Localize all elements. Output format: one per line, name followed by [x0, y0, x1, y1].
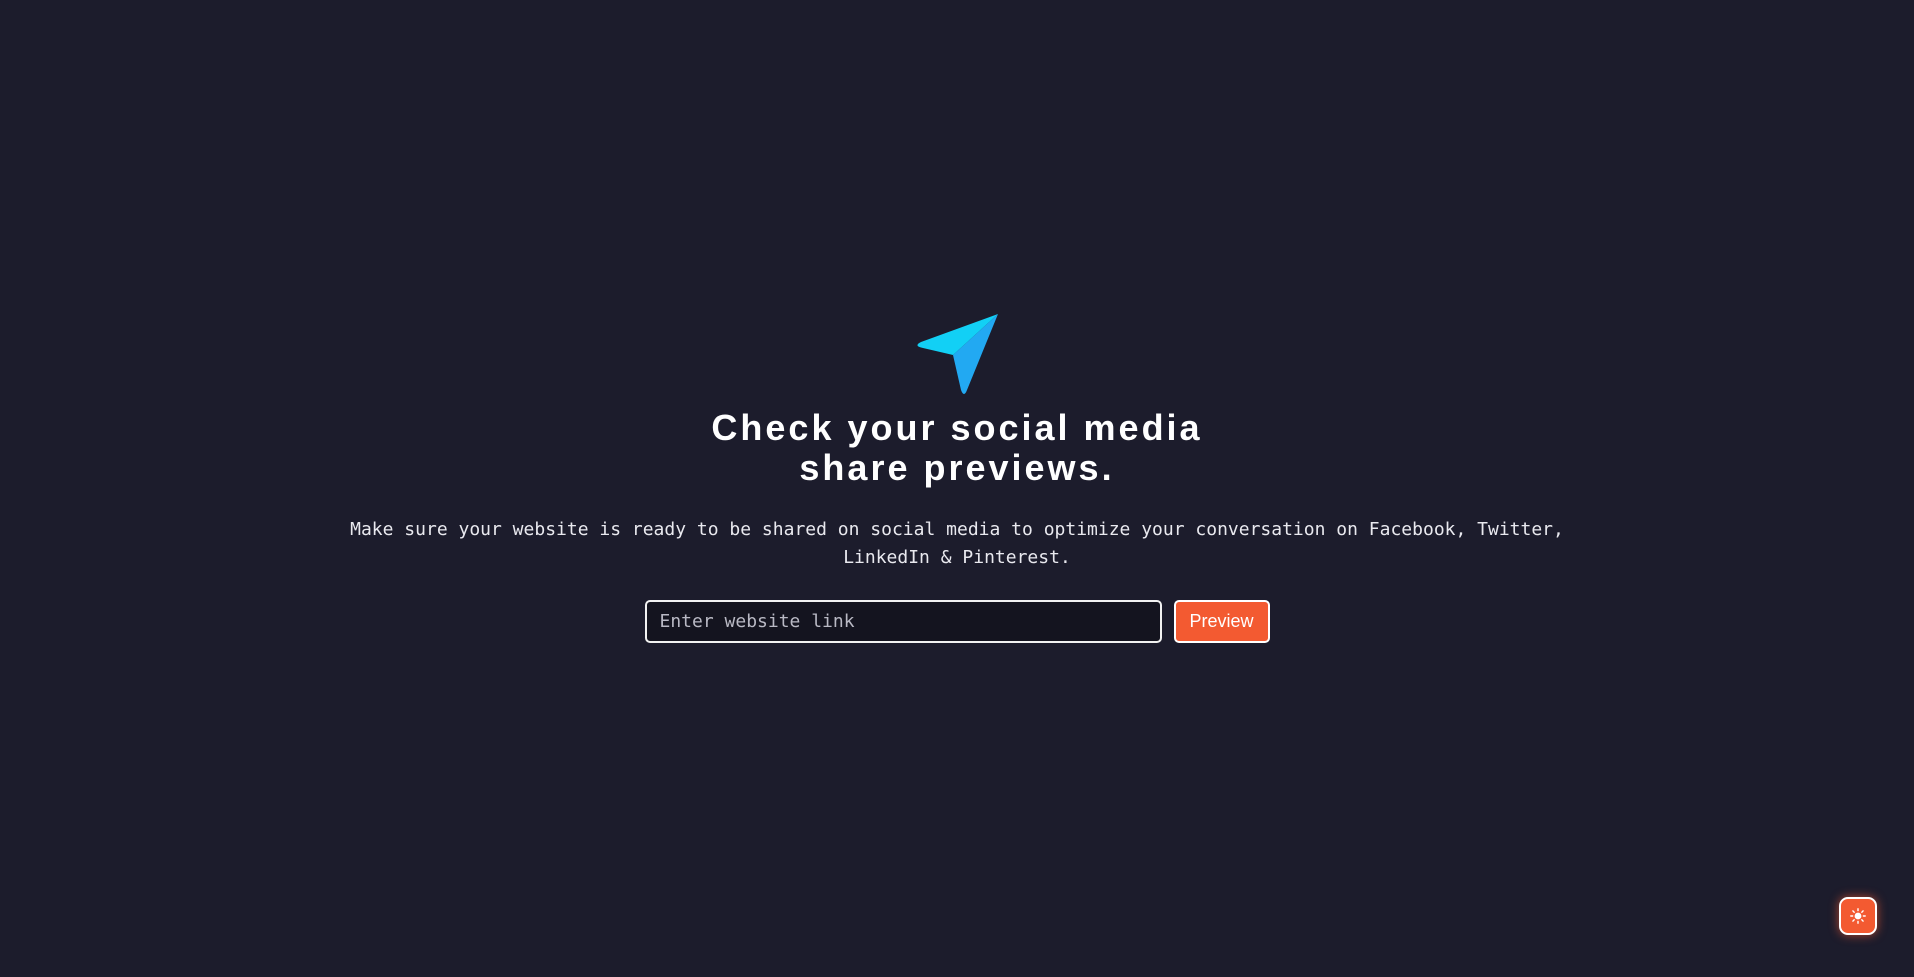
- page-title-line-2: share previews.: [799, 447, 1115, 488]
- sun-icon: [1850, 908, 1866, 924]
- page: Check your social media share previews. …: [0, 0, 1914, 977]
- page-subtitle: Make sure your website is ready to be sh…: [350, 519, 1564, 568]
- website-url-input[interactable]: [644, 600, 1162, 643]
- page-title: Check your social media share previews.: [711, 408, 1202, 488]
- theme-toggle-button[interactable]: [1839, 897, 1877, 935]
- hero-section: Check your social media share previews. …: [0, 312, 1914, 643]
- preview-button[interactable]: Preview: [1173, 600, 1270, 643]
- preview-form: Preview: [644, 600, 1270, 643]
- paper-plane-icon: [917, 314, 998, 394]
- page-title-line-1: Check your social media: [711, 407, 1203, 448]
